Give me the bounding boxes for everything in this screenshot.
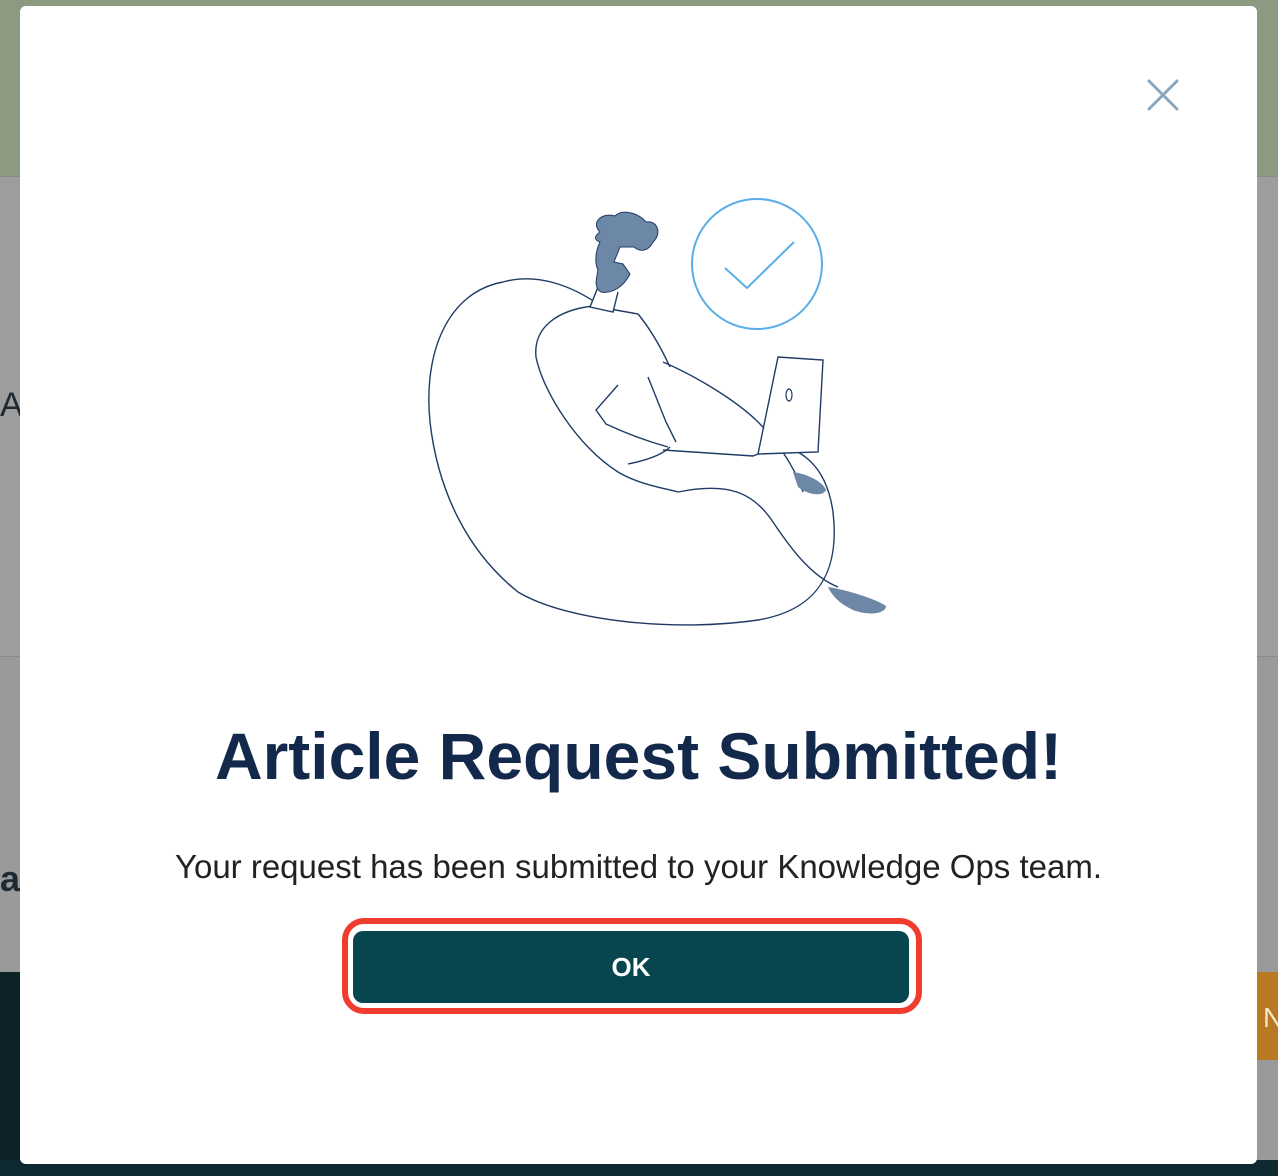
ok-button[interactable]: OK (353, 931, 909, 1003)
background-text-fragment: N (1263, 1002, 1278, 1033)
close-icon (1147, 79, 1179, 111)
background-dark-panel (0, 972, 20, 1176)
close-button[interactable] (1144, 76, 1182, 114)
dialog-title: Article Request Submitted! (214, 719, 1063, 793)
submission-success-dialog: Article Request Submitted! Your request … (20, 6, 1257, 1164)
person-on-beanbag-with-laptop-illustration (408, 192, 898, 632)
dialog-message: Your request has been submitted to your … (174, 848, 1102, 885)
checkmark-circle-icon (691, 198, 823, 330)
